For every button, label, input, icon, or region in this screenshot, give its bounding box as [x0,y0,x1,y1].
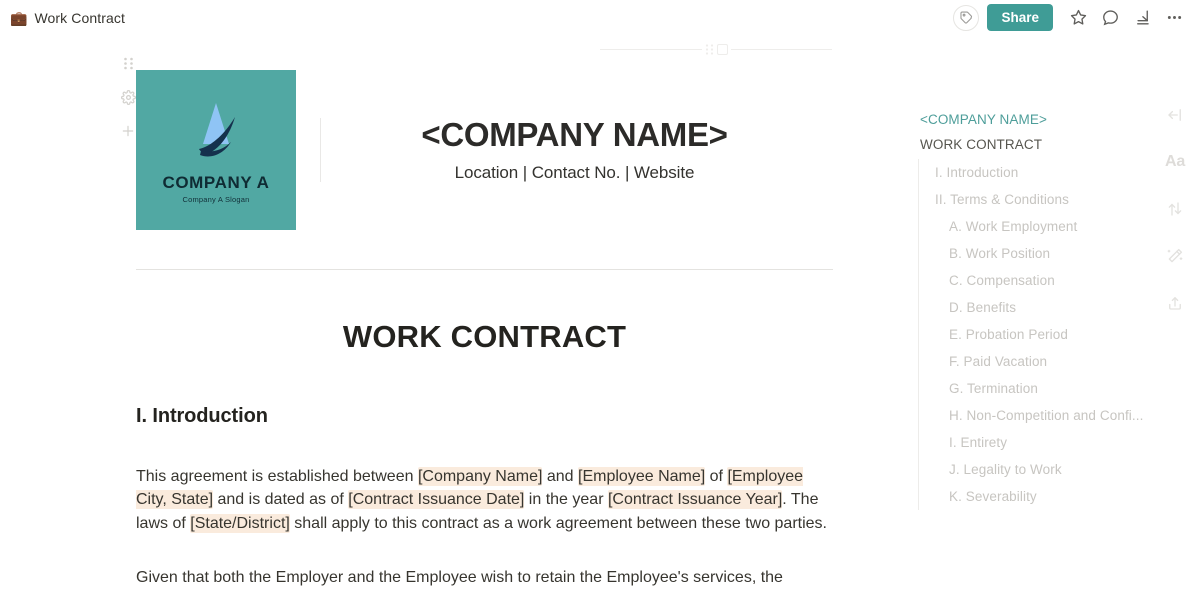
paragraph-text: and [542,468,579,485]
table-of-contents: <COMPANY NAME> WORK CONTRACT I. Introducti… [918,107,1158,510]
collapse-sidebar-icon[interactable] [1160,100,1190,130]
paragraph-text: and is dated as of [213,491,349,509]
letterhead-rule [136,269,833,270]
logo-slogan: Company A Slogan [182,194,250,204]
paragraph-text: of [705,468,728,485]
right-rail-toolbar: Aa [1158,100,1192,318]
toc-item-level2[interactable]: H. Non-Competition and Confi... [919,402,1158,429]
placeholder-highlight[interactable]: [State/District] [190,513,290,533]
toc-item-level2[interactable]: C. Compensation [919,267,1158,294]
divider-line-left [600,48,702,50]
toc-nested-group: I. Introduction II. Terms & Conditions A. … [918,159,1158,510]
placeholder-highlight[interactable]: [Employee Name] [578,467,706,486]
sync-arrows-icon[interactable] [1160,194,1190,224]
section-heading-introduction: I. Introduction [136,405,268,427]
top-bar-actions: Share [953,3,1200,32]
paragraph-text: in the year [524,491,608,509]
font-size-icon[interactable]: Aa [1160,147,1190,177]
page-canvas: COMPANY A Company A Slogan <COMPANY NAME… [0,35,1200,591]
company-logo[interactable]: COMPANY A Company A Slogan [136,70,296,230]
letterhead: COMPANY A Company A Slogan <COMPANY NAME… [136,55,834,245]
letterhead-text: <COMPANY NAME> Location | Contact No. | … [321,116,834,183]
page-title[interactable]: Work Contract [34,10,125,26]
document-emoji-icon: 💼 [10,9,28,26]
toc-item-level2[interactable]: A. Work Employment [919,213,1158,240]
breadcrumb[interactable]: 💼 Work Contract [0,10,125,26]
company-name-heading: <COMPANY NAME> [421,116,728,154]
toc-item-level2[interactable]: I. Entirety [919,429,1158,456]
toc-item-level2[interactable]: J. Legality to Work [919,456,1158,483]
block-resize-indicator [600,42,832,56]
top-bar: 💼 Work Contract Share [0,0,1200,35]
placeholder-highlight[interactable]: [Contract Issuance Date] [348,490,525,510]
toc-item-level2[interactable]: D. Benefits [919,294,1158,321]
toc-item-level0[interactable]: WORK CONTRACT [918,132,1158,157]
drag-handle-icon[interactable] [118,53,138,73]
placeholder-highlight[interactable]: [Company Name] [417,467,543,486]
tag-icon[interactable] [953,4,980,31]
paragraph-introduction[interactable]: This agreement is established between [C… [136,465,830,535]
toc-item-level1[interactable]: II. Terms & Conditions [919,186,1158,213]
share-button[interactable]: Share [987,3,1053,32]
drag-handle-icon[interactable] [705,43,714,56]
magic-wand-icon[interactable] [1160,241,1190,271]
star-icon[interactable] [1064,4,1092,32]
plus-icon[interactable] [118,121,138,141]
divider-line-right [730,48,832,50]
toc-item-level2[interactable]: K. Severability [919,483,1158,510]
toc-item-level2[interactable]: B. Work Position [919,240,1158,267]
logo-company-name: COMPANY A [162,172,270,192]
paragraph-terms-intro[interactable]: Given that both the Employer and the Emp… [136,566,786,591]
more-options-icon[interactable] [1160,4,1188,32]
toc-item-level2[interactable]: F. Paid Vacation [919,348,1158,375]
upload-icon[interactable] [1160,288,1190,318]
comment-icon[interactable] [1096,4,1124,32]
placeholder-highlight[interactable]: [Contract Issuance Year] [607,490,783,510]
paragraph-text: This agreement is established between [136,468,418,485]
gear-icon[interactable] [118,87,138,107]
toc-item-level2[interactable]: E. Probation Period [919,321,1158,348]
toc-item-level2[interactable]: G. Termination [919,375,1158,402]
import-arrow-icon[interactable] [1128,4,1156,32]
block-type-icon[interactable] [716,43,728,55]
document-title: WORK CONTRACT [342,319,627,354]
toc-item-level0[interactable]: <COMPANY NAME> [918,107,1158,132]
company-contact-line: Location | Contact No. | Website [454,162,695,182]
paragraph-text: shall apply to this contract as a work a… [289,514,827,532]
logo-mark-icon [179,97,253,171]
toc-item-level1[interactable]: I. Introduction [919,159,1158,186]
